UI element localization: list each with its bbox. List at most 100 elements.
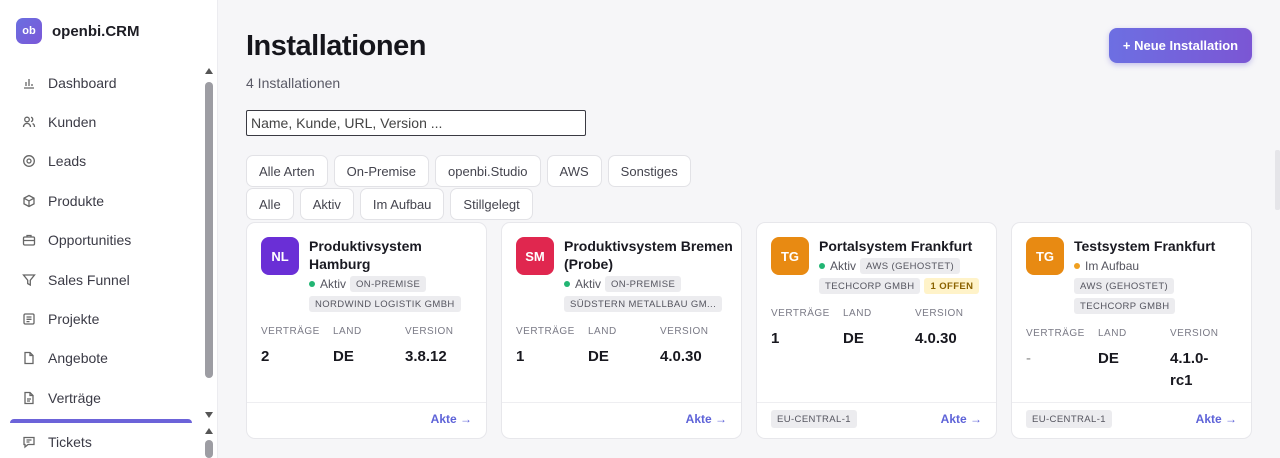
installation-title: Testsystem Frankfurt: [1074, 238, 1216, 254]
country-label: LAND: [1098, 328, 1127, 339]
search-input[interactable]: [246, 110, 586, 136]
region-badge: EU-CENTRAL-1: [771, 410, 857, 428]
status-dot: [564, 281, 570, 287]
installation-title: Produktivsystem Bremen (Probe): [564, 238, 733, 272]
installation-card[interactable]: SM Produktivsystem Bremen (Probe) Aktiv …: [501, 222, 742, 439]
brand-logo: ob: [16, 18, 42, 44]
sidebar-item-angebote[interactable]: Angebote: [0, 339, 200, 378]
filter-type-other[interactable]: Sonstiges: [607, 155, 691, 187]
country-label: LAND: [333, 326, 362, 337]
contracts-value: 2: [261, 348, 270, 365]
scroll-up-arrow-secondary[interactable]: [205, 428, 213, 434]
installation-meta: Im Aufbau AWS (GEHOSTET) TECHCORP GMBH: [1074, 258, 1246, 314]
page-title: Installationen: [246, 30, 426, 62]
filter-type-aws[interactable]: AWS: [546, 155, 602, 187]
open-file-link[interactable]: Akte →: [431, 412, 472, 426]
installation-stats: VERTRÄGE 1 LAND DE VERSION 4.0.30: [771, 308, 986, 350]
avatar: TG: [771, 237, 809, 275]
version-value: 4.0.30: [660, 348, 702, 365]
installation-card[interactable]: TG Portalsystem Frankfurt Aktiv AWS (GEH…: [756, 222, 997, 439]
new-installation-button[interactable]: + Neue Installation: [1109, 28, 1252, 63]
region-badge: EU-CENTRAL-1: [1026, 410, 1112, 428]
status-indicator: Aktiv: [309, 276, 346, 292]
status-label: Aktiv: [320, 277, 347, 291]
status-indicator: Aktiv: [819, 258, 856, 274]
brand-name: openbi.CRM: [52, 22, 140, 40]
hosting-tag: ON-PREMISE: [605, 276, 682, 292]
sidebar-item-label: Tickets: [48, 434, 92, 450]
funnel-icon: [22, 273, 36, 287]
status-label: Im Aufbau: [1085, 259, 1140, 273]
installation-count: 4 Installationen: [246, 75, 341, 91]
contracts-label: VERTRÄGE: [771, 308, 830, 319]
filter-type-openbi-studio[interactable]: openbi.Studio: [435, 155, 541, 187]
status-dot: [819, 263, 825, 269]
country-value: DE: [1098, 350, 1119, 367]
open-file-link[interactable]: Akte →: [686, 412, 727, 426]
installation-stats: VERTRÄGE - LAND DE VERSION 4.1.0-rc1: [1026, 328, 1241, 392]
contracts-value: -: [1026, 350, 1031, 367]
sidebar-item-opportunities[interactable]: Opportunities: [0, 221, 200, 260]
sidebar-item-kunden[interactable]: Kunden: [0, 102, 200, 141]
page-scrollbar[interactable]: [1275, 150, 1280, 210]
contracts-label: VERTRÄGE: [261, 326, 320, 337]
installation-card[interactable]: NL Produktivsystem Hamburg Aktiv ON-PREM…: [246, 222, 487, 439]
sidebar-scrollbar-thumb[interactable]: [205, 82, 213, 378]
card-divider: [502, 402, 741, 403]
installation-card[interactable]: TG Testsystem Frankfurt Im Aufbau AWS (G…: [1011, 222, 1252, 439]
status-indicator: Im Aufbau: [1074, 258, 1244, 274]
chart-icon: [22, 76, 36, 90]
filter-status-retired[interactable]: Stillgelegt: [450, 188, 533, 220]
filter-type-on-premise[interactable]: On-Premise: [333, 155, 430, 187]
open-file-link[interactable]: Akte →: [941, 412, 982, 426]
scroll-down-arrow[interactable]: [205, 412, 213, 418]
sidebar-item-label: Leads: [48, 153, 87, 170]
installation-meta: Aktiv AWS (GEHOSTET) TECHCORP GMBH 1 OFF…: [819, 258, 991, 294]
clipboard-icon: [22, 312, 36, 326]
sidebar-item-leads[interactable]: Leads: [0, 142, 200, 181]
status-label: Aktiv: [575, 277, 602, 291]
filter-status-all[interactable]: Alle: [246, 188, 294, 220]
avatar: SM: [516, 237, 554, 275]
sidebar-item-sales-funnel[interactable]: Sales Funnel: [0, 260, 200, 299]
sidebar-item-label: Projekte: [48, 311, 100, 328]
sidebar-item-dashboard[interactable]: Dashboard: [0, 63, 200, 102]
sidebar-item-vertraege[interactable]: Verträge: [0, 378, 200, 417]
open-issues-badge: 1 OFFEN: [924, 278, 980, 294]
filter-type-all[interactable]: Alle Arten: [246, 155, 328, 187]
card-divider: [757, 402, 996, 403]
sidebar-nav: Dashboard Kunden Leads Produkte Opportun…: [0, 63, 200, 418]
sidebar-item-projekte[interactable]: Projekte: [0, 299, 200, 338]
secondary-scrollbar-thumb[interactable]: [205, 440, 213, 458]
scroll-up-arrow[interactable]: [205, 68, 213, 74]
sidebar: ob openbi.CRM Dashboard Kunden Leads Pro…: [0, 0, 218, 458]
version-value: 4.1.0-rc1: [1170, 350, 1209, 389]
version-label: VERSION: [1170, 328, 1219, 339]
installation-stats: VERTRÄGE 1 LAND DE VERSION 4.0.30: [516, 326, 731, 368]
contracts-value: 1: [771, 330, 780, 347]
status-label: Aktiv: [830, 259, 857, 273]
country-label: LAND: [843, 308, 872, 319]
installation-title: Portalsystem Frankfurt: [819, 238, 973, 254]
version-value: 3.8.12: [405, 348, 447, 365]
filter-status-active[interactable]: Aktiv: [299, 188, 354, 220]
sidebar-item-label: Sales Funnel: [48, 271, 130, 288]
sidebar-item-label: Verträge: [48, 389, 101, 406]
sidebar-item-label: Produkte: [48, 192, 105, 209]
contracts-label: VERTRÄGE: [516, 326, 575, 337]
ticket-icon: [22, 435, 36, 449]
country-label: LAND: [588, 326, 617, 337]
status-filter-group: Alle Aktiv Im Aufbau Stillgelegt: [246, 188, 533, 220]
filter-status-in-setup[interactable]: Im Aufbau: [359, 188, 445, 220]
hosting-tag: ON-PREMISE: [350, 276, 427, 292]
sidebar-item-label: Opportunities: [48, 232, 132, 249]
open-file-link[interactable]: Akte →: [1196, 412, 1237, 426]
sidebar-item-tickets[interactable]: Tickets: [0, 423, 200, 458]
target-icon: [22, 154, 36, 168]
status-dot: [1074, 263, 1080, 269]
country-value: DE: [333, 348, 354, 365]
card-divider: [247, 402, 486, 403]
sidebar-item-label: Kunden: [48, 114, 97, 131]
brand[interactable]: ob openbi.CRM: [16, 18, 140, 44]
sidebar-item-produkte[interactable]: Produkte: [0, 181, 200, 220]
